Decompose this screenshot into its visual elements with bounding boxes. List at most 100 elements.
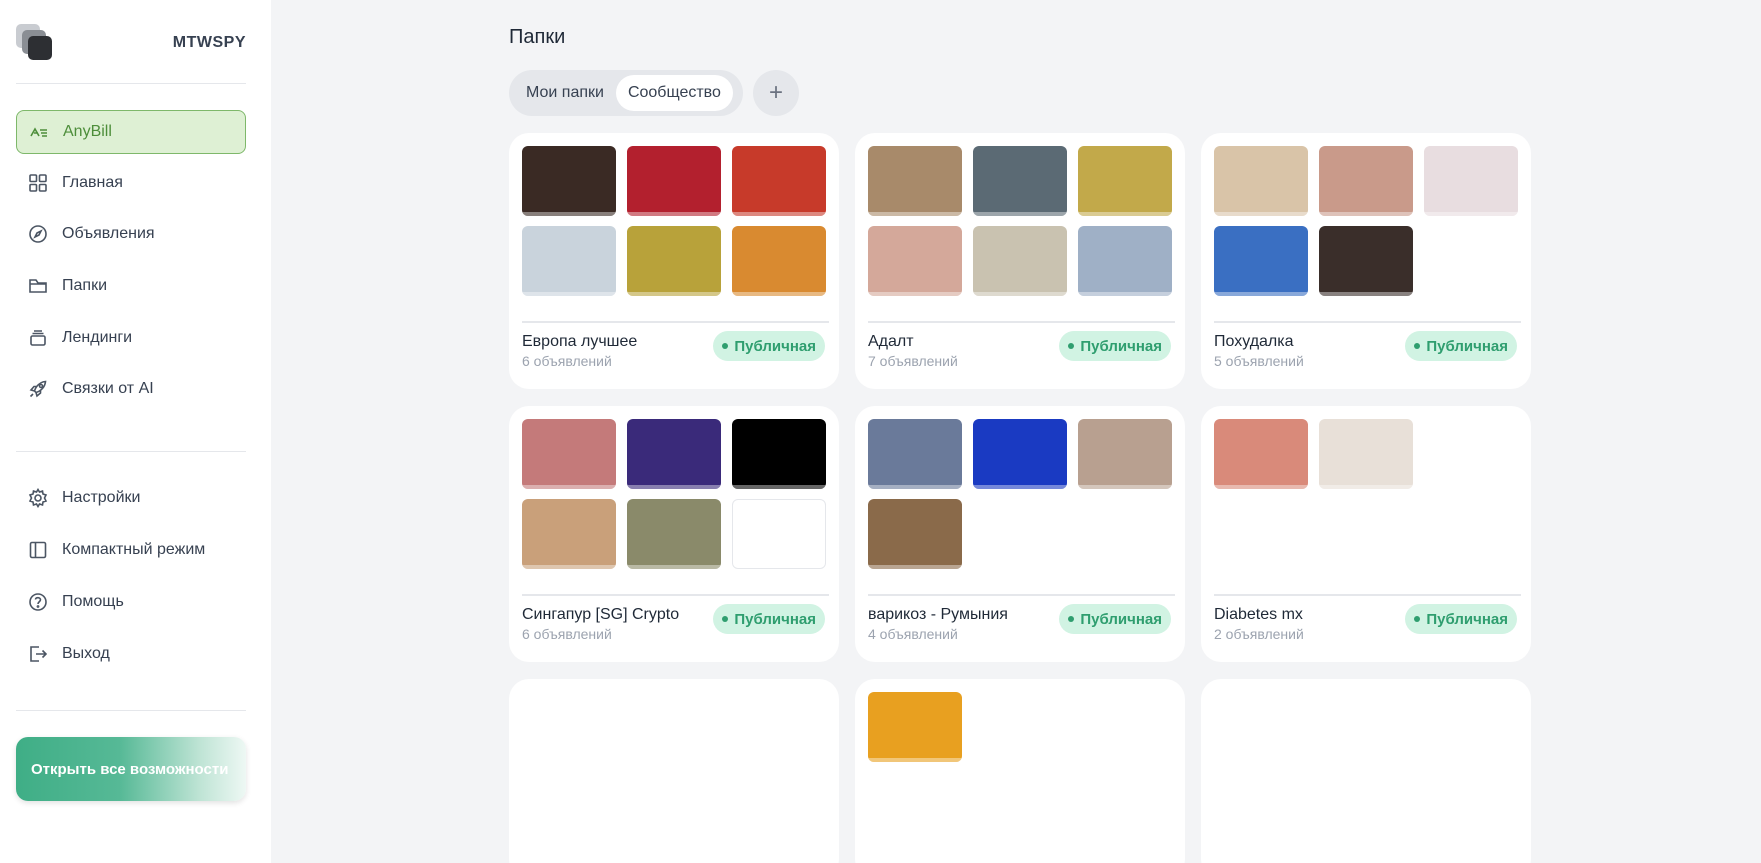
ad-thumbnail[interactable] xyxy=(973,146,1067,216)
page-title: Папки xyxy=(509,26,566,48)
sidebar-item-compact[interactable]: Компактный режим xyxy=(16,528,246,572)
folder-name: Сингапур [SG] Crypto xyxy=(522,606,680,623)
sidebar-item-label: AnyBill xyxy=(63,123,112,140)
ad-thumbnail[interactable] xyxy=(522,226,616,296)
sidebar: MTWSPY AnyBill Главная Объявления Папки … xyxy=(0,0,271,863)
sidebar-item-ads[interactable]: Объявления xyxy=(16,212,246,256)
sidebar-item-settings[interactable]: Настройки xyxy=(16,476,246,520)
folder-card[interactable] xyxy=(855,679,1185,863)
folder-card[interactable] xyxy=(1201,679,1531,863)
status-badge-label: Публичная xyxy=(734,337,816,355)
compass-icon xyxy=(28,224,48,244)
status-badge-label: Публичная xyxy=(1426,610,1508,628)
divider xyxy=(16,710,246,711)
ad-thumbnail[interactable] xyxy=(1078,146,1172,216)
sidebar-item-anybill[interactable]: AnyBill xyxy=(16,110,246,154)
folder-card[interactable] xyxy=(509,679,839,863)
logo-icon[interactable] xyxy=(16,24,54,62)
ad-thumbnail[interactable] xyxy=(522,146,616,216)
ad-thumbnail[interactable] xyxy=(1078,419,1172,489)
brand: MTWSPY xyxy=(16,24,246,62)
folder-name: Адалт xyxy=(868,333,914,350)
ad-thumbnail[interactable] xyxy=(1424,146,1518,216)
ad-thumbnail[interactable] xyxy=(868,146,962,216)
folder-thumbnails xyxy=(1214,419,1518,489)
card-divider xyxy=(1214,321,1521,323)
status-dot-icon xyxy=(722,343,729,349)
ad-thumbnail[interactable] xyxy=(973,226,1067,296)
sidebar-item-label: Настройки xyxy=(62,489,141,506)
folder-card[interactable]: Сингапур [SG] Crypto 6 объявлений Публична… xyxy=(509,406,839,662)
folder-tabs: Мои папки Сообщество xyxy=(509,70,743,116)
sidebar-item-home[interactable]: Главная xyxy=(16,161,246,205)
ad-thumbnail[interactable] xyxy=(732,226,826,296)
ad-thumbnail[interactable] xyxy=(732,146,826,216)
status-badge-label: Публичная xyxy=(1080,610,1162,628)
status-badge[interactable]: Публичная xyxy=(1059,331,1171,361)
status-badge[interactable]: Публичная xyxy=(713,331,825,361)
ad-thumbnail[interactable] xyxy=(1319,226,1413,296)
divider xyxy=(16,83,246,84)
card-divider xyxy=(522,594,829,596)
ad-thumbnail[interactable] xyxy=(522,419,616,489)
ad-thumbnail[interactable] xyxy=(1214,419,1308,489)
sidebar-item-label: Главная xyxy=(62,174,123,191)
folder-ad-count: 4 объявлений xyxy=(868,626,958,642)
ad-thumbnail[interactable] xyxy=(868,692,962,762)
ad-thumbnail[interactable] xyxy=(868,499,962,569)
ad-thumbnail[interactable] xyxy=(522,499,616,569)
folder-icon xyxy=(28,276,48,296)
sidebar-item-ai[interactable]: Связки от AI xyxy=(16,367,246,411)
folder-thumbnails xyxy=(522,419,826,569)
sidebar-icon xyxy=(28,540,48,560)
folder-name: Diabetes mx xyxy=(1214,606,1303,623)
sidebar-item-landings[interactable]: Лендинги xyxy=(16,316,246,360)
ad-thumbnail[interactable] xyxy=(868,419,962,489)
status-badge[interactable]: Публичная xyxy=(1405,604,1517,634)
ad-thumbnail[interactable] xyxy=(627,499,721,569)
ad-thumbnail[interactable] xyxy=(732,499,826,569)
ad-thumbnail[interactable] xyxy=(1214,146,1308,216)
logout-icon xyxy=(28,644,48,664)
sidebar-item-label: Папки xyxy=(62,277,107,294)
ad-thumbnail[interactable] xyxy=(1319,419,1413,489)
sidebar-item-folders[interactable]: Папки xyxy=(16,264,246,308)
card-divider xyxy=(868,594,1175,596)
ad-thumbnail[interactable] xyxy=(973,419,1067,489)
tab-community[interactable]: Сообщество xyxy=(615,75,733,111)
folder-thumbnails xyxy=(868,419,1172,569)
folder-thumbnails xyxy=(522,146,826,296)
gear-icon xyxy=(28,488,48,508)
folder-card[interactable]: Адалт 7 объявлений Публичная xyxy=(855,133,1185,389)
sidebar-item-label: Объявления xyxy=(62,225,155,242)
ad-thumbnail[interactable] xyxy=(868,226,962,296)
ad-thumbnail[interactable] xyxy=(627,146,721,216)
folder-card[interactable]: Европа лучшее 6 объявлений Публичная xyxy=(509,133,839,389)
ad-thumbnail[interactable] xyxy=(1319,146,1413,216)
sidebar-item-logout[interactable]: Выход xyxy=(16,632,246,676)
status-dot-icon xyxy=(1068,616,1075,622)
tab-my-folders[interactable]: Мои папки xyxy=(514,75,616,111)
status-badge[interactable]: Публичная xyxy=(713,604,825,634)
folder-card[interactable]: варикоз - Румыния 4 объявлений Публичная xyxy=(855,406,1185,662)
folder-thumbnails xyxy=(868,692,1172,762)
ad-thumbnail[interactable] xyxy=(627,419,721,489)
ad-thumbnail[interactable] xyxy=(732,419,826,489)
status-badge[interactable]: Публичная xyxy=(1059,604,1171,634)
folder-ad-count: 7 объявлений xyxy=(868,353,958,369)
status-badge[interactable]: Публичная xyxy=(1405,331,1517,361)
upgrade-button[interactable]: Открыть все возможности xyxy=(16,737,246,801)
folder-card[interactable]: Похудалка 5 объявлений Публичная xyxy=(1201,133,1531,389)
ad-thumbnail[interactable] xyxy=(1214,226,1308,296)
folder-name: Европа лучшее xyxy=(522,333,638,350)
sidebar-item-label: Выход xyxy=(62,645,110,662)
ad-thumbnail[interactable] xyxy=(1078,226,1172,296)
folder-card[interactable]: Diabetes mx 2 объявлений Публичная xyxy=(1201,406,1531,662)
sidebar-item-label: Лендинги xyxy=(62,329,133,346)
sidebar-item-label: Компактный режим xyxy=(62,541,206,558)
sidebar-item-help[interactable]: Помощь xyxy=(16,580,246,624)
status-badge-label: Публичная xyxy=(734,610,816,628)
ad-thumbnail[interactable] xyxy=(627,226,721,296)
add-folder-button[interactable]: + xyxy=(753,70,799,116)
brand-name: MTWSPY xyxy=(172,34,246,51)
